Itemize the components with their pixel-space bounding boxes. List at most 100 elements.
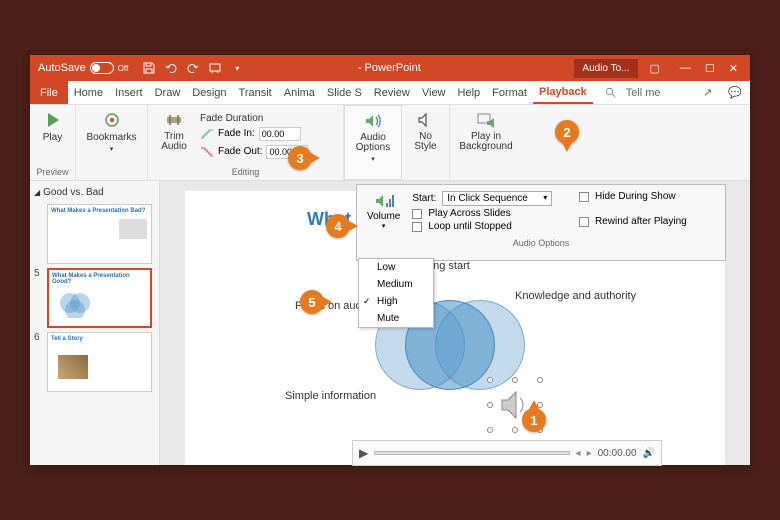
tab-animations[interactable]: Anima [278,81,321,104]
tab-design[interactable]: Design [186,81,232,104]
tab-review[interactable]: Review [368,81,416,104]
audio-options-icon [363,111,383,131]
group-preview: Preview [36,165,69,177]
ribbon-tabs: File Home Insert Draw Design Transit Ani… [30,81,750,105]
autosave-toggle[interactable]: AutoSave Off [30,62,136,74]
trim-icon [164,110,184,130]
share-icon[interactable]: ↗ [695,81,720,104]
volume-icon [374,191,394,211]
toggle-icon [90,62,114,74]
play-in-background-button[interactable]: Play in Background [456,108,516,154]
tab-transitions[interactable]: Transit [233,81,278,104]
slide-thumbnail-panel: ◢ Good vs. Bad What Makes a Presentation… [30,181,160,465]
contextual-tab-audio[interactable]: Audio To... [574,59,637,78]
tab-view[interactable]: View [416,81,452,104]
player-play-button[interactable]: ▶ [359,446,368,460]
audio-player-bar: ▶ ◂ ▸ 00:00.00 🔊 [352,440,662,466]
audio-options-group-label: Audio Options [363,238,719,248]
trim-audio-button[interactable]: Trim Audio [154,108,194,164]
thumb-diagram [55,288,95,318]
checkbox-icon [579,217,589,227]
maximize-button[interactable]: ☐ [705,62,715,75]
slide-thumbnail[interactable]: What Makes a Presentation Bad? [47,204,152,264]
close-button[interactable]: ✕ [729,62,738,75]
chevron-down-icon: ▾ [371,155,375,163]
save-icon[interactable] [142,61,156,75]
fade-in-input[interactable] [259,127,301,141]
ribbon-display-icon[interactable]: ▢ [642,62,668,75]
audio-options-panel: Volume ▾ Start: In Click Sequence ▾ Play… [356,184,726,261]
callout-2: 2 [555,120,579,144]
slide-thumbnail-selected[interactable]: What Makes a Presentation Good? [47,268,152,328]
player-prev-button[interactable]: ◂ [576,448,581,459]
tab-playback[interactable]: Playback [533,81,593,104]
qat-more-icon[interactable]: ▾ [230,61,244,75]
tab-insert[interactable]: Insert [109,81,149,104]
rewind-checkbox[interactable]: Rewind after Playing [579,216,719,227]
checkbox-icon [412,209,422,219]
thumbnail-row[interactable]: 5 What Makes a Presentation Good? [34,268,155,328]
title-bar: AutoSave Off ▾ - PowerPoint Audio To... … [30,55,750,81]
volume-option-mute[interactable]: Mute [359,310,433,327]
search-icon [605,87,616,98]
redo-icon[interactable] [186,61,200,75]
loop-checkbox[interactable]: Loop until Stopped [412,221,571,232]
thumbnail-row[interactable]: What Makes a Presentation Bad? [34,204,155,264]
volume-option-high[interactable]: High [359,293,433,310]
player-seek-track[interactable] [374,451,569,455]
player-next-button[interactable]: ▸ [587,448,592,459]
tab-home[interactable]: Home [68,81,109,104]
autosave-state: Off [118,64,129,73]
speaker-icon [416,110,436,130]
fade-out-label: Fade Out: [218,146,262,157]
fade-in-icon [200,129,214,139]
ribbon: Play Preview Bookmarks ▾ Trim Audio Fade… [30,105,750,181]
player-time: 00:00.00 [598,448,637,459]
volume-button[interactable]: Volume ▾ [363,189,404,234]
start-dropdown[interactable]: In Click Sequence ▾ [442,191,552,206]
bookmarks-button[interactable]: Bookmarks ▾ [82,108,141,155]
tell-me-search[interactable]: Tell me [599,81,673,104]
fade-out-icon [200,147,214,157]
thumbnail-row[interactable]: 6 Tell a Story [34,332,155,392]
tab-help[interactable]: Help [452,81,487,104]
no-style-button[interactable]: No Style [408,108,443,154]
slide-diagram: A strong start Focus on audience needs K… [205,230,705,450]
play-across-checkbox[interactable]: Play Across Slides [412,208,571,219]
collapse-icon: ◢ [34,188,40,197]
document-title: - PowerPoint [244,62,574,74]
callout-5: 5 [300,290,324,314]
callout-1: 1 [522,408,546,432]
minimize-button[interactable]: — [680,62,691,75]
fade-in-label: Fade In: [218,128,255,139]
callout-4: 4 [326,214,350,238]
player-volume-icon[interactable]: 🔊 [643,448,655,459]
volume-option-low[interactable]: Low [359,259,433,276]
play-icon [43,110,63,130]
chevron-down-icon: ▾ [110,145,114,153]
hide-checkbox[interactable]: Hide During Show [579,191,719,202]
tab-slideshow[interactable]: Slide S [321,81,368,104]
comments-icon[interactable]: 💬 [720,81,750,104]
tab-file[interactable]: File [30,81,68,104]
thumb-img [119,219,147,239]
chevron-down-icon: ▾ [543,193,547,204]
slide-thumbnail[interactable]: Tell a Story [47,332,152,392]
volume-option-medium[interactable]: Medium [359,276,433,293]
group-editing: Editing [154,165,337,177]
checkbox-icon [412,222,422,232]
play-button[interactable]: Play [36,108,69,145]
chevron-down-icon: ▾ [382,222,386,230]
autosave-label: AutoSave [38,62,86,74]
tab-draw[interactable]: Draw [149,81,187,104]
present-icon[interactable] [208,61,222,75]
tab-format[interactable]: Format [486,81,533,104]
audio-options-button[interactable]: Audio Options ▾ [351,109,395,165]
checkbox-icon [579,192,589,202]
undo-icon[interactable] [164,61,178,75]
background-audio-icon [476,110,496,130]
quick-access-toolbar: ▾ [136,61,244,75]
callout-3: 3 [288,146,312,170]
thumb-img [58,355,88,379]
section-header[interactable]: ◢ Good vs. Bad [34,185,155,200]
